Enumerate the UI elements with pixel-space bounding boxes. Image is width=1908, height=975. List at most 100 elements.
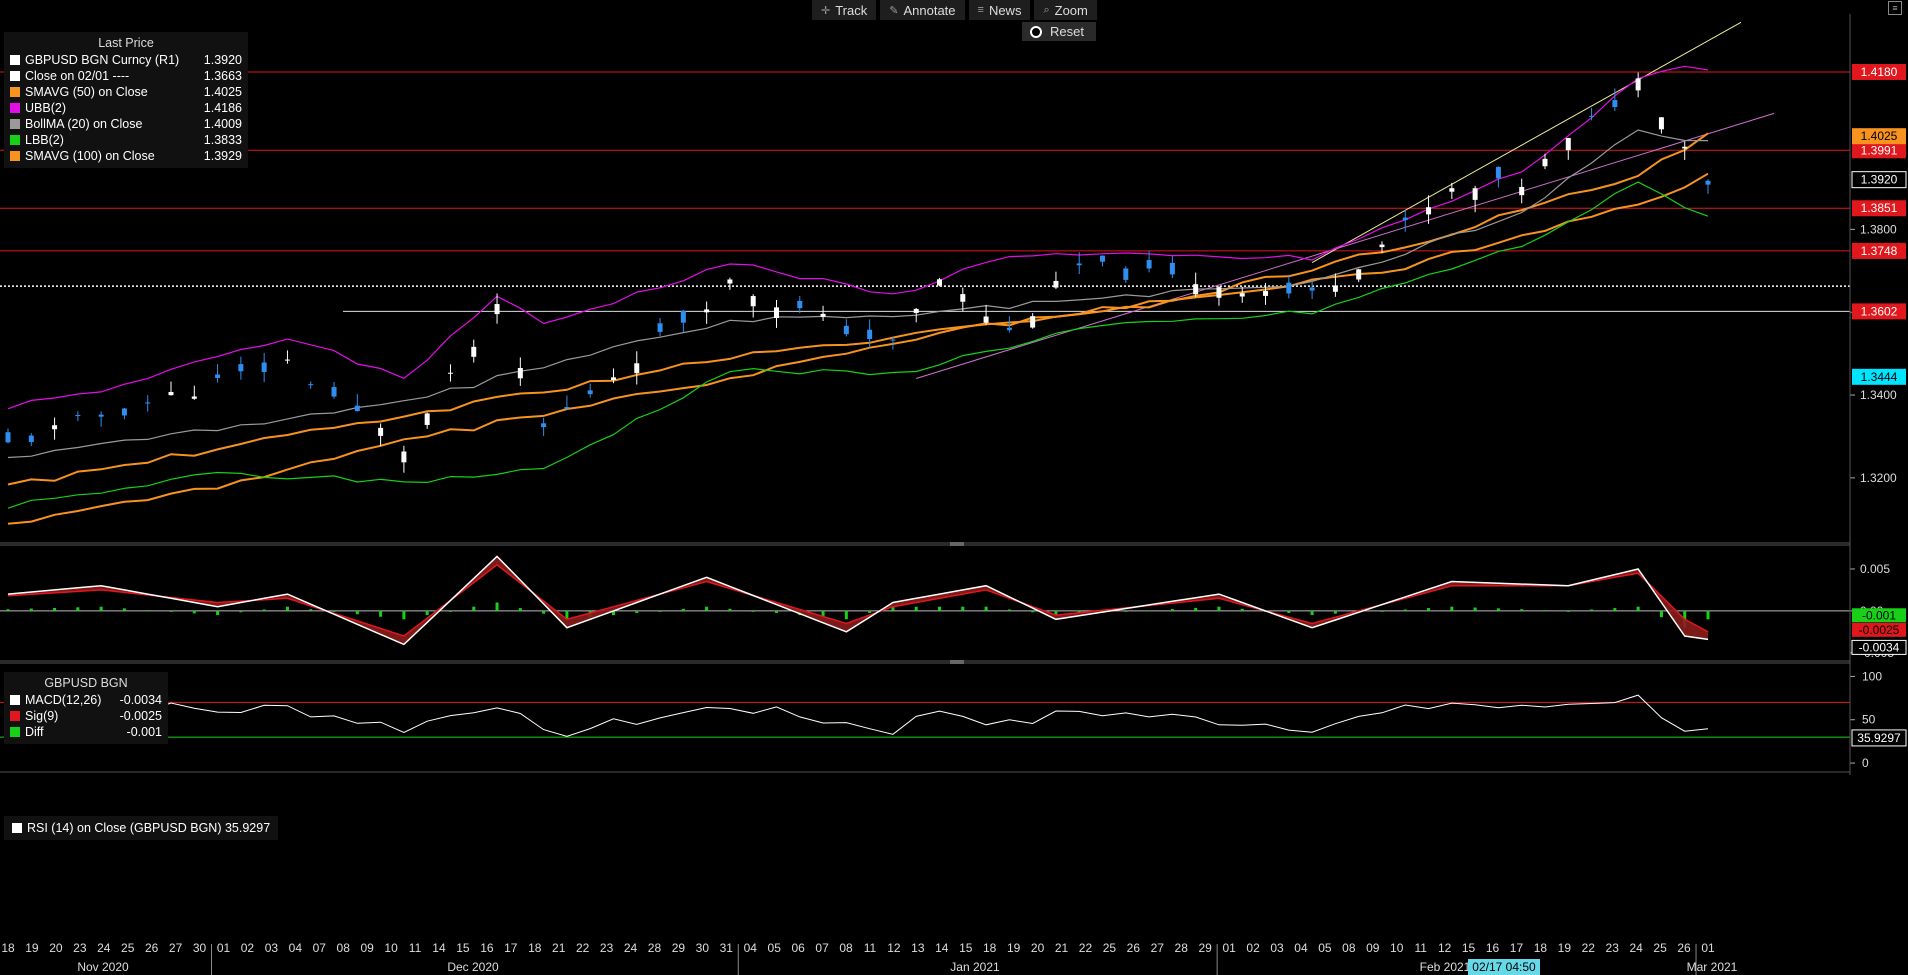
y-tick-label: 1.3200 (1860, 471, 1897, 485)
diff-bar (1333, 610, 1337, 614)
price-tag: 1.3920 (1851, 171, 1907, 189)
diff-bar (1287, 610, 1291, 613)
indicator-line (7, 172, 1709, 525)
reset-button[interactable]: Reset (1022, 22, 1096, 41)
candle-body (1030, 316, 1036, 328)
x-day-label: 01 (1222, 941, 1236, 955)
reset-label: Reset (1050, 24, 1084, 39)
panel-resize-handle (950, 542, 964, 546)
diff-bar (635, 610, 639, 613)
news-button[interactable]: ≡ News (968, 0, 1031, 20)
price-tag: 1.4180 (1852, 63, 1906, 80)
diff-bar (658, 610, 662, 612)
rsi-legend: RSI (14) on Close (GBPUSD BGN) 35.9297 (4, 816, 279, 840)
x-day-label: 24 (1629, 941, 1643, 955)
price-tag: 1.3444 (1852, 368, 1906, 385)
price-tag-label: 1.3602 (1861, 304, 1898, 318)
candle-body (471, 346, 477, 357)
diff-bar (1310, 610, 1314, 616)
rsi-tag-label: 35.9297 (1857, 731, 1901, 745)
diff-bar (705, 606, 709, 611)
x-day-label: 19 (25, 941, 39, 955)
x-day-label: 19 (1558, 941, 1572, 955)
annotate-button[interactable]: ✎ Annotate (880, 0, 965, 20)
legend-row: BollMA (20) on Close 1.4009 (10, 116, 242, 132)
legend-row: GBPUSD BGN Curncy (R1) 1.3920 (10, 52, 242, 68)
legend-label: Close on 02/01 ---- (25, 69, 130, 83)
x-day-label: 31 (720, 941, 734, 955)
candle-body (890, 339, 896, 341)
candle-body (1332, 285, 1338, 292)
legend-swatch (12, 823, 22, 833)
candle-body (1239, 293, 1245, 297)
candle-body (610, 377, 616, 381)
candle-body (1519, 186, 1525, 196)
x-day-label: 28 (648, 941, 662, 955)
candle-body (1053, 280, 1059, 288)
track-button[interactable]: ✛ Track (812, 0, 877, 20)
price-panel: 1.32001.34001.36001.38001.41801.39911.38… (0, 21, 1907, 525)
diff-bar (122, 608, 126, 611)
diff-bar (1659, 610, 1663, 618)
zoom-button[interactable]: ⌕ Zoom (1034, 0, 1097, 20)
macd-tag: -0.0034 (1851, 639, 1907, 655)
candle-body (797, 300, 803, 309)
x-day-label: 29 (1199, 941, 1213, 955)
window-menu-icon[interactable]: ≡ (1888, 1, 1902, 15)
indicator-line (7, 65, 1709, 410)
candle-body (587, 390, 593, 395)
diff-bar (1706, 610, 1710, 620)
x-day-label: 21 (552, 941, 566, 955)
candle-body (843, 325, 849, 335)
macd-tag: -0.0025 (1852, 622, 1906, 637)
diff-bar (938, 606, 942, 611)
x-day-label: 27 (1151, 941, 1165, 955)
diff-bar (285, 606, 289, 611)
candle-body (1216, 287, 1222, 298)
candle-body (1658, 117, 1664, 130)
candle-body (447, 372, 453, 374)
diff-bar (1147, 610, 1151, 612)
macd-tag-label: -0.0034 (1859, 640, 1900, 654)
diff-bar (239, 610, 243, 613)
legend-value: 1.3833 (203, 133, 242, 147)
x-day-label: 16 (1486, 941, 1500, 955)
candle-body (1542, 158, 1548, 167)
x-day-label: 23 (73, 941, 87, 955)
diff-bar (216, 610, 220, 616)
x-day-label: 11 (409, 941, 422, 955)
candle-body (1123, 268, 1129, 280)
x-day-label: 05 (1318, 941, 1332, 955)
x-day-label: 01 (217, 941, 231, 955)
y-tick-label: 0 (1862, 756, 1869, 770)
x-day-label: 02 (1246, 941, 1260, 955)
cursor-date-tag: 02/17 04:50 (1468, 959, 1540, 975)
legend-label: Diff (25, 725, 44, 739)
candle-body (1612, 100, 1618, 108)
candle-body (98, 414, 104, 417)
x-day-label: 05 (768, 941, 782, 955)
x-day-label: 26 (145, 941, 159, 955)
price-tag: 1.3602 (1852, 303, 1906, 320)
candle-body (867, 329, 873, 340)
y-tick-label: 1.3800 (1860, 222, 1897, 236)
diff-bar (6, 609, 10, 611)
candle-body (1076, 263, 1082, 266)
legend-value: 1.3920 (203, 53, 242, 67)
candle-body (308, 384, 314, 386)
diff-bar (425, 610, 429, 616)
candle-body (238, 364, 244, 372)
x-day-label: 06 (791, 941, 805, 955)
x-day-label: 13 (911, 941, 925, 955)
cursor-date-label: 02/17 04:50 (1472, 960, 1536, 974)
x-day-label: 16 (480, 941, 494, 955)
x-day-label: 17 (504, 941, 518, 955)
rsi-line (7, 694, 1709, 737)
diff-bar (169, 610, 173, 612)
price-tag: 1.3748 (1852, 242, 1906, 259)
diff-bar (1194, 607, 1198, 611)
diff-bar (1380, 610, 1384, 612)
x-month-label: Jan 2021 (950, 960, 1000, 974)
x-day-label: 22 (576, 941, 590, 955)
diff-bar (1496, 608, 1500, 611)
